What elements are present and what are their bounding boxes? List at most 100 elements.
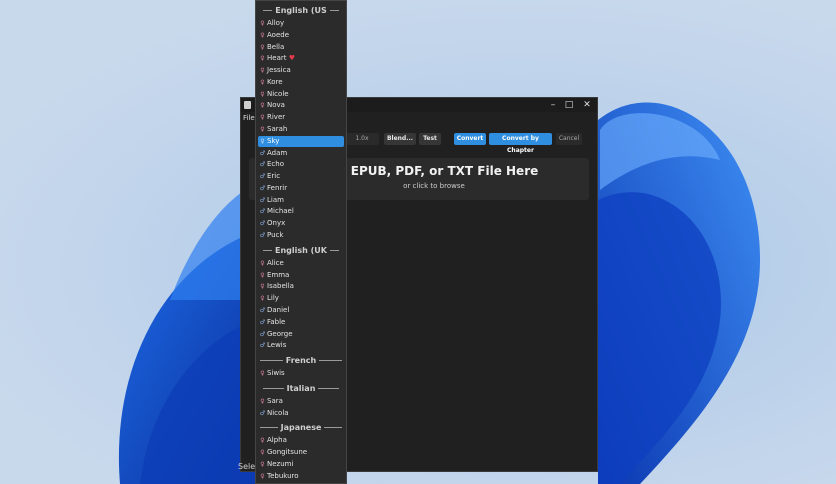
voice-section-label: English (US [275,6,327,15]
voice-option-george[interactable]: ♂ George [258,329,344,341]
female-icon: ♀ [260,43,265,51]
female-icon: ♀ [260,259,265,267]
female-icon: ♀ [260,137,265,145]
voice-option-label: Puck [267,231,284,240]
voice-section-header: English (US [258,5,344,17]
female-icon: ♀ [260,102,265,110]
voice-option-bella[interactable]: ♀ Bella [258,42,344,54]
voice-option-label: River [267,113,286,122]
voice-option-siwis[interactable]: ♀ Siwis [258,368,344,380]
voice-option-tebukuro[interactable]: ♀ Tebukuro [258,471,344,483]
speed-select[interactable]: 1.0x [345,133,379,145]
female-icon: ♀ [260,370,265,378]
voice-option-label: George [267,329,293,338]
voice-option-aoede[interactable]: ♀ Aoede [258,30,344,42]
voice-option-lily[interactable]: ♀ Lily [258,293,344,305]
cancel-button[interactable]: Cancel [556,133,582,145]
voice-option-label: Alloy [267,19,285,27]
voice-option-lewis[interactable]: ♂ Lewis [258,340,344,352]
voice-option-label: Fenrir [267,183,288,192]
voice-option-label: Nicola [267,408,289,417]
voice-option-nova[interactable]: ♀ Nova [258,100,344,112]
voice-option-alloy[interactable]: ♀ Alloy [258,18,344,30]
female-icon: ♀ [260,90,265,98]
female-icon: ♀ [260,20,265,27]
voice-dropdown-list: English (US ♀ Alloy ♀ Aoede ♀ Bella ♀ Heart ♥ ♀ Je… [255,0,347,484]
voice-option-alpha[interactable]: ♀ Alpha [258,435,344,447]
voice-option-label: Fable [267,317,286,326]
voice-option-onyx[interactable]: ♂ Onyx [258,218,344,230]
voice-section-header: Italian [258,383,344,395]
menu-file[interactable]: File [243,112,255,124]
voice-option-label: Isabella [267,282,294,291]
voice-option-eric[interactable]: ♂ Eric [258,171,344,183]
voice-option-liam[interactable]: ♂ Liam [258,195,344,207]
voice-option-label: Gongitsune [267,448,308,457]
male-icon: ♂ [259,184,266,192]
female-icon: ♀ [260,449,265,457]
voice-option-label: Sky [267,136,280,145]
voice-section-header: French [258,355,344,367]
female-icon: ♀ [260,295,265,303]
maximize-button[interactable]: □ [559,98,579,112]
voice-option-nezumi[interactable]: ♀ Nezumi [258,459,344,471]
voice-option-daniel[interactable]: ♂ Daniel [258,305,344,317]
voice-section-header: English (UK [258,245,344,257]
voice-option-nicola[interactable]: ♂ Nicola [258,408,344,420]
male-icon: ♂ [259,161,266,169]
voice-option-sarah[interactable]: ♀ Sarah [258,124,344,136]
male-icon: ♂ [259,173,266,181]
voice-option-label: Echo [267,160,284,169]
voice-option-label: Bella [267,42,285,51]
female-icon: ♀ [260,78,265,86]
voice-option-alice[interactable]: ♀ Alice [258,258,344,270]
convert-by-chapter-button[interactable]: Convert by Chapter [489,133,552,154]
female-icon: ♀ [260,55,265,63]
male-icon: ♂ [259,220,266,228]
voice-option-fable[interactable]: ♂ Fable [258,317,344,329]
voice-option-sky[interactable]: ♀ Sky [258,135,344,148]
voice-option-michael[interactable]: ♂ Michael [258,206,344,218]
test-button[interactable]: Test [419,133,441,145]
voice-option-river[interactable]: ♀ River [258,112,344,124]
female-icon: ♀ [260,31,265,39]
voice-option-isabella[interactable]: ♀ Isabella [258,281,344,293]
voice-option-label: Emma [267,270,290,279]
voice-option-label: Michael [267,207,294,216]
male-icon: ♂ [259,342,266,350]
convert-button[interactable]: Convert [454,133,486,145]
voice-option-label: Lily [267,294,279,303]
female-icon: ♀ [260,437,265,445]
voice-option-gongitsune[interactable]: ♀ Gongitsune [258,447,344,459]
voice-option-sara[interactable]: ♀ Sara [258,396,344,408]
voice-option-label: Kore [267,77,283,86]
male-icon: ♂ [259,196,266,204]
close-button[interactable]: ✕ [577,98,597,112]
voice-option-label: Daniel [267,305,290,314]
voice-option-fenrir[interactable]: ♂ Fenrir [258,183,344,195]
voice-option-adam[interactable]: ♂ Adam [258,148,344,160]
voice-option-label: Sarah [267,125,288,134]
voice-option-label: Alice [267,258,284,267]
voice-section-label: Italian [286,383,316,393]
voice-option-puck[interactable]: ♂ Puck [258,230,344,242]
voice-option-label: Siwis [267,369,285,378]
male-icon: ♂ [259,208,266,216]
voice-option-nicole[interactable]: ♀ Nicole [258,89,344,101]
voice-option-label: Lewis [267,341,287,350]
voice-option-label: Nova [267,101,285,110]
voice-option-jessica[interactable]: ♀ Jessica [258,65,344,77]
voice-option-label: Jessica [267,66,291,75]
voice-section-label: Japanese [280,423,322,433]
female-icon: ♀ [260,67,265,75]
voice-option-kore[interactable]: ♀ Kore [258,77,344,89]
voice-option-emma[interactable]: ♀ Emma [258,270,344,282]
male-icon: ♂ [259,149,266,157]
female-icon: ♀ [260,460,265,468]
voice-option-label: Aoede [267,30,290,39]
blend-button[interactable]: Blend... [384,133,416,145]
voice-option-echo[interactable]: ♂ Echo [258,159,344,171]
voice-section-label: English (UK [275,245,327,255]
voice-option-heart[interactable]: ♀ Heart ♥ [258,53,344,65]
voice-option-label: Tebukuro [267,471,299,480]
